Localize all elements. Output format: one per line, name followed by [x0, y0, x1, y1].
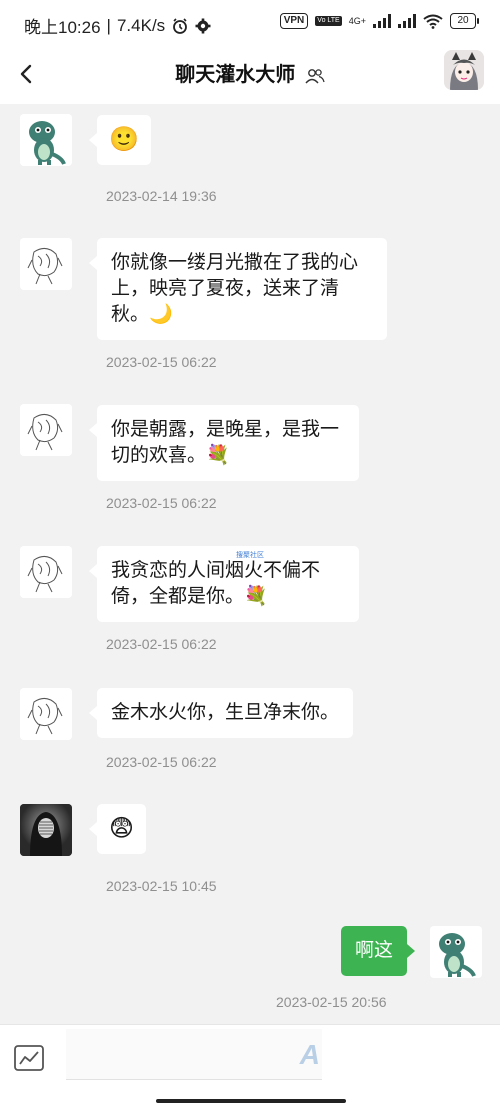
- message-bubble[interactable]: 金木水火你，生旦净末你。: [88, 688, 354, 738]
- message-timestamp: 2023-02-15 06:22: [106, 354, 217, 370]
- status-time: 晚上10:26: [24, 18, 101, 37]
- chat-screen: 晚上10:26 | 7.4K/s VPN Vo LTE 4G+ 20 聊天灌水大…: [0, 0, 500, 1111]
- network-type: 4G+: [348, 15, 366, 26]
- message-timestamp: 2023-02-15 06:22: [106, 636, 217, 652]
- message-timestamp: 2023-02-14 19:36: [106, 188, 217, 204]
- anime-girl-avatar: [444, 50, 484, 90]
- message-bubble[interactable]: 你是朝露，是晚星，是我一切的欢喜。💐: [89, 405, 359, 481]
- bottom-input-bar: A: [0, 1024, 500, 1111]
- sender-avatar[interactable]: [20, 546, 72, 598]
- dinosaur-avatar-icon: [20, 114, 72, 166]
- message-timestamp: 2023-02-15 06:22: [106, 754, 217, 770]
- sketch-avatar-icon: [20, 404, 72, 456]
- signal-2-icon: [398, 14, 416, 28]
- gear-icon: [195, 18, 211, 33]
- sender-avatar[interactable]: [20, 404, 72, 456]
- sketch-avatar-icon: [20, 688, 72, 740]
- home-indicator[interactable]: [156, 1099, 346, 1103]
- message-bubble[interactable]: 你就像一缕月光撒在了我的心上，映亮了夏夜，送来了清秋。🌙: [89, 238, 387, 340]
- message-bubble[interactable]: 😨: [88, 804, 147, 854]
- signal-icon: [373, 14, 391, 28]
- dinosaur-avatar-icon: [430, 926, 482, 978]
- message-timestamp: 2023-02-15 10:45: [106, 878, 217, 894]
- message-input[interactable]: A: [66, 1029, 322, 1080]
- page-title: 聊天灌水大师: [175, 64, 296, 86]
- watermark: 搜聚社区: [236, 552, 264, 559]
- message-timestamp: 2023-02-15 20:56: [276, 994, 387, 1010]
- chart-icon[interactable]: [12, 1043, 46, 1073]
- sketch-avatar-icon: [20, 546, 72, 598]
- chat-list[interactable]: 🙂 2023-02-14 19:36 你就像一缕月光撒在了我的心上，映亮了夏夜，…: [0, 104, 500, 1024]
- input-glyph: A: [299, 1039, 320, 1070]
- message-bubble[interactable]: 🙂: [89, 115, 151, 165]
- alarm-clock-icon: [173, 17, 188, 34]
- sender-avatar[interactable]: [20, 238, 72, 290]
- hooded-figure-avatar-icon: [20, 804, 72, 856]
- sketch-avatar-icon: [20, 238, 72, 290]
- sender-avatar[interactable]: [20, 804, 72, 856]
- sender-avatar[interactable]: [20, 114, 72, 166]
- sender-avatar[interactable]: [20, 688, 72, 740]
- page-title-wrap: 聊天灌水大师: [0, 58, 500, 87]
- wifi-icon: [423, 14, 443, 29]
- own-avatar[interactable]: [430, 926, 482, 978]
- status-left: 晚上10:26 | 7.4K/s: [24, 13, 211, 38]
- volte-badge: Vo LTE: [315, 16, 342, 26]
- message-timestamp: 2023-02-15 06:22: [106, 495, 217, 511]
- title-bar: 聊天灌水大师: [0, 46, 500, 104]
- status-divider: |: [106, 15, 111, 35]
- header-avatar[interactable]: [444, 50, 484, 90]
- group-icon[interactable]: [305, 68, 325, 84]
- own-message-bubble[interactable]: 啊这: [341, 926, 416, 976]
- battery-indicator: 20: [450, 13, 479, 29]
- status-right: VPN Vo LTE 4G+ 20: [279, 13, 479, 29]
- vpn-badge: VPN: [279, 13, 309, 29]
- status-net-speed: 7.4K/s: [116, 15, 166, 35]
- message-bubble[interactable]: 我贪恋的人间烟火不偏不倚，全都是你。💐: [89, 546, 359, 622]
- status-bar: 晚上10:26 | 7.4K/s VPN Vo LTE 4G+ 20: [0, 0, 500, 46]
